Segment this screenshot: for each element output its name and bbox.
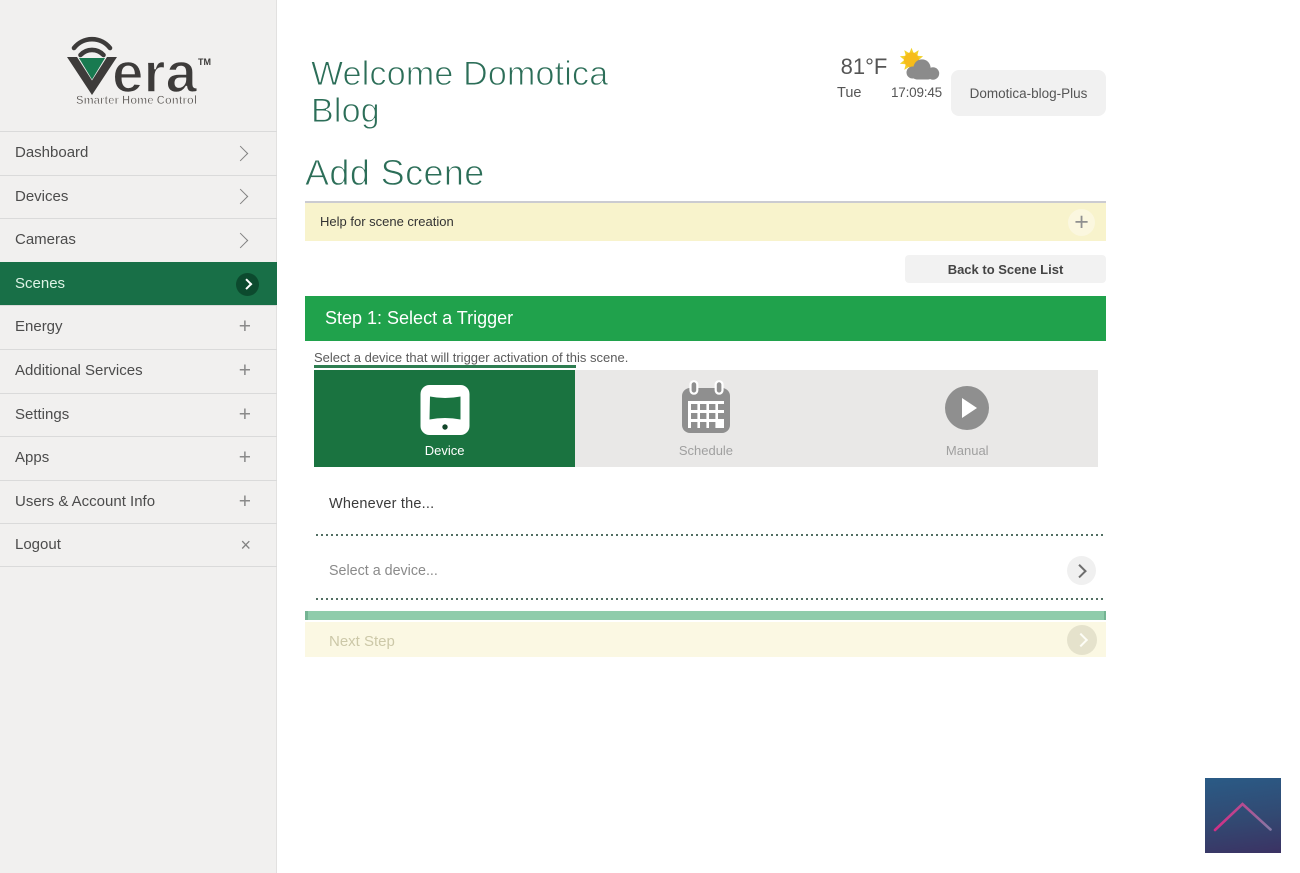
- svg-text:Smarter Home Control: Smarter Home Control: [76, 93, 197, 107]
- svg-text:TM: TM: [198, 57, 211, 67]
